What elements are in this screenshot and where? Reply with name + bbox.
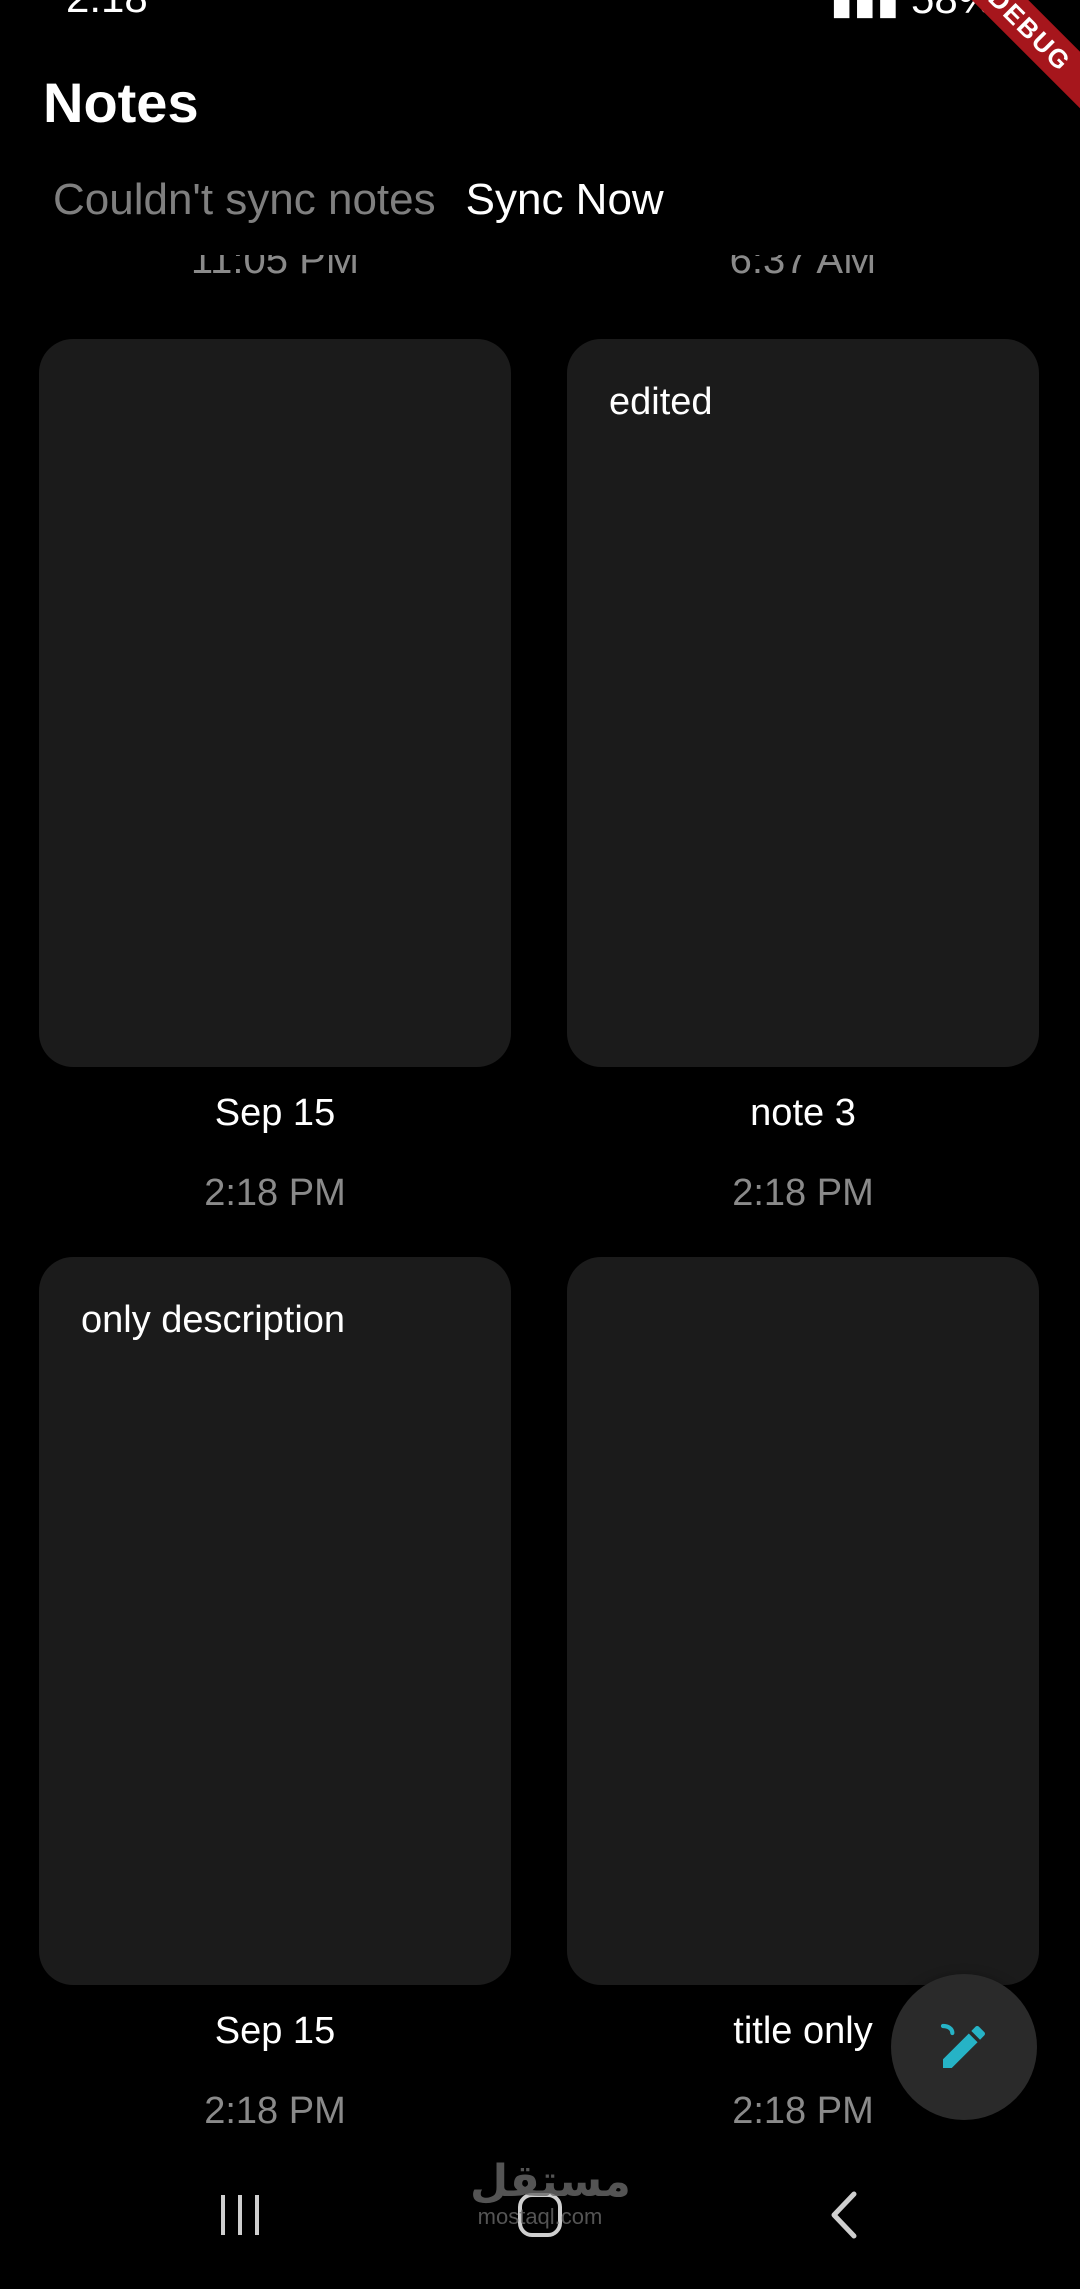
system-nav-bar: مستقل mostaql.com (0, 2140, 1080, 2289)
note-time: 2:18 PM (204, 1172, 346, 1214)
note-title: Sep 15 (214, 1092, 336, 1134)
sync-now-button[interactable]: Sync Now (466, 175, 664, 225)
home-button[interactable] (480, 2180, 600, 2250)
note-card[interactable] (567, 1257, 1039, 1985)
status-bar: 2:18 ▮▮▮ 58% (0, 0, 1080, 20)
note-card[interactable]: edited (567, 339, 1039, 1067)
note-preview: only description (81, 1299, 346, 1341)
note-card[interactable] (39, 339, 511, 1067)
recents-button[interactable] (180, 2180, 300, 2250)
note-time: 2:18 PM (732, 1172, 874, 1214)
note-preview: edited (609, 381, 713, 423)
sync-bar: Couldn't sync notes Sync Now (53, 175, 664, 225)
status-battery: ▮▮▮ 58% (830, 0, 995, 20)
signal-icon: ▮▮▮ (830, 0, 911, 20)
page-title: Notes (43, 71, 199, 134)
status-time: 2:18 (66, 0, 148, 20)
notes-grid[interactable]: 11:05 PM 6:37 AM Sep 15 2:18 PM edited n… (0, 255, 1080, 2125)
note-time-partial: 11:05 PM (39, 255, 511, 275)
note-item[interactable]: Sep 15 2:18 PM (39, 339, 511, 1223)
back-icon (831, 2191, 857, 2239)
note-title: note 3 (750, 1092, 856, 1134)
note-title: Sep 15 (214, 2010, 336, 2052)
note-item[interactable]: only description Sep 15 2:18 PM (39, 1257, 511, 2125)
back-button[interactable] (784, 2180, 904, 2250)
note-time: 2:18 PM (204, 2090, 346, 2125)
new-note-button[interactable] (891, 1974, 1037, 2120)
recents-icon (221, 2195, 259, 2235)
sync-status-text: Couldn't sync notes (53, 175, 436, 224)
note-item[interactable]: edited note 3 2:18 PM (567, 339, 1039, 1223)
note-card[interactable]: only description (39, 1257, 511, 1985)
home-icon (518, 2193, 562, 2237)
note-time-partial: 6:37 AM (567, 255, 1039, 275)
edit-note-icon (940, 2023, 986, 2068)
